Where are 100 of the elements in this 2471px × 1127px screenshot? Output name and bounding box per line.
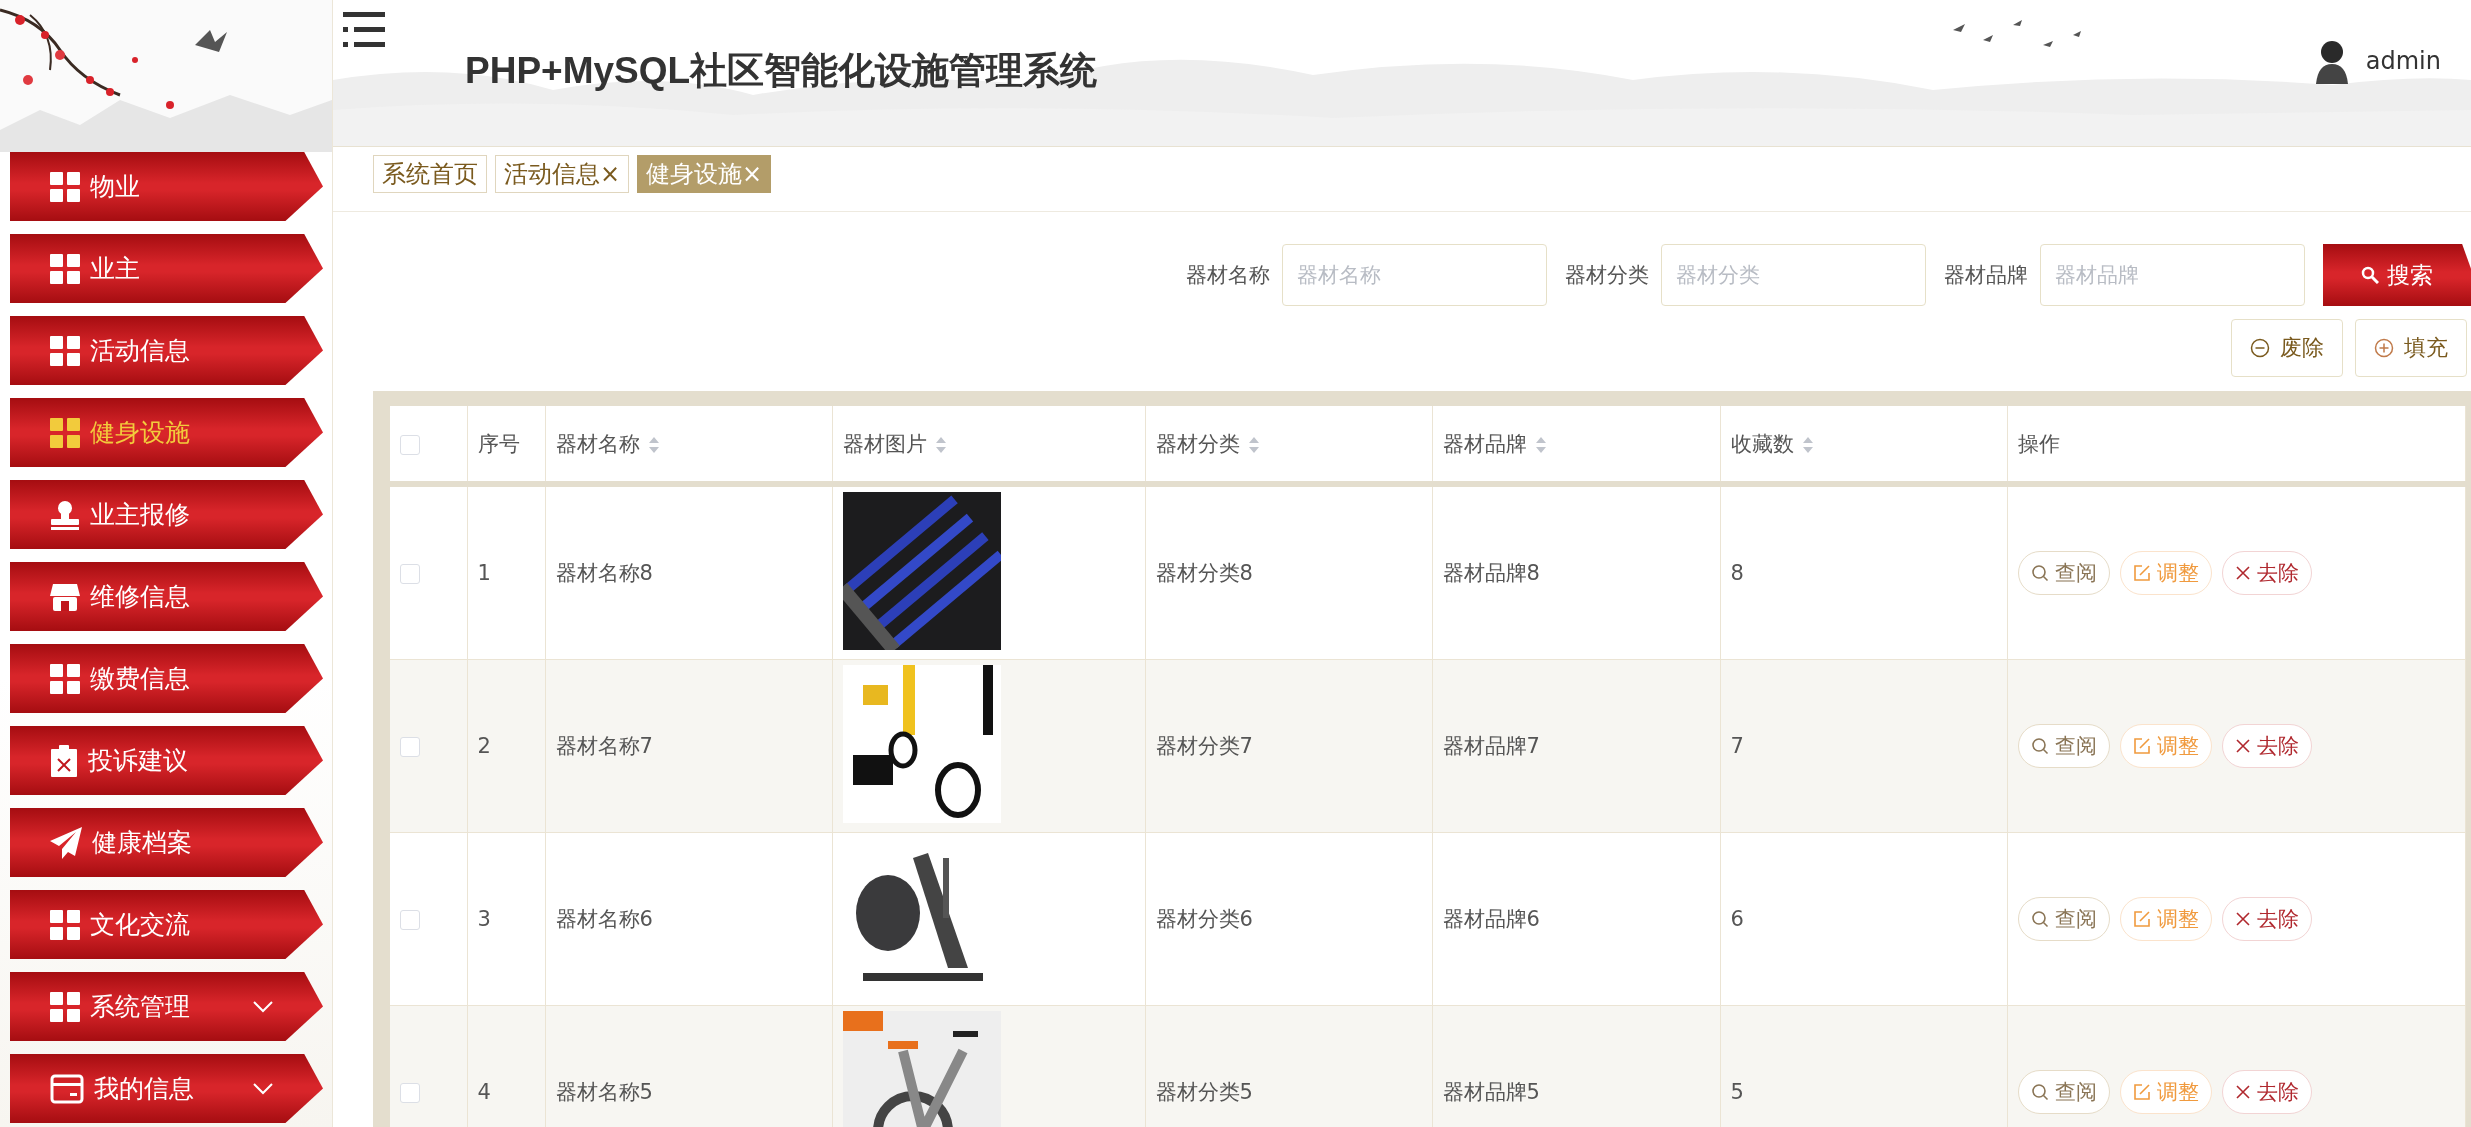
delete-button[interactable]: 去除 xyxy=(2221,1070,2312,1114)
sort-icon[interactable] xyxy=(1247,435,1260,454)
table-cell: 6 xyxy=(1730,907,1744,931)
column-header: 器材品牌 xyxy=(1442,431,1527,456)
view-button[interactable]: 查阅 xyxy=(2017,897,2110,941)
sort-icon[interactable] xyxy=(647,435,660,454)
table-cell: 器材名称7 xyxy=(555,734,653,758)
edit-icon xyxy=(2132,1083,2151,1101)
delete-button[interactable]: 去除 xyxy=(2221,551,2312,595)
grid-icon xyxy=(50,991,80,1022)
search-field[interactable]: 器材品牌 xyxy=(2040,244,2305,306)
table-cell: 器材分类8 xyxy=(1155,561,1253,585)
search-field[interactable]: 器材名称 xyxy=(1282,244,1547,306)
search-icon xyxy=(2030,737,2049,755)
clipboard-icon xyxy=(50,744,78,777)
table-cell: 器材分类7 xyxy=(1155,734,1253,758)
table-cell: 器材品牌8 xyxy=(1442,561,1540,585)
sidebar-item[interactable]: 健康档案 xyxy=(10,808,323,877)
table-cell: 1 xyxy=(477,561,491,585)
column-header: 器材图片 xyxy=(842,431,927,456)
tab[interactable]: 系统首页 xyxy=(373,155,487,193)
sidebar-item[interactable]: 缴费信息 xyxy=(10,644,323,713)
table-cell: 器材分类6 xyxy=(1155,907,1253,931)
chevron-down-icon xyxy=(253,1082,273,1095)
checkbox[interactable] xyxy=(400,737,420,757)
add-button[interactable]: 填充 xyxy=(2355,319,2467,377)
edit-icon xyxy=(2132,564,2151,582)
grid-icon xyxy=(50,253,80,284)
grid-icon xyxy=(50,417,80,448)
sidebar-item[interactable]: 投诉建议 xyxy=(10,726,323,795)
column-header: 操作 xyxy=(2017,431,2060,456)
sidebar-item[interactable]: 健身设施 xyxy=(10,398,323,467)
checkbox[interactable] xyxy=(400,910,420,930)
edit-icon xyxy=(2132,910,2151,928)
sidebar-item[interactable]: 活动信息 xyxy=(10,316,323,385)
table-cell: 3 xyxy=(477,907,491,931)
sidebar-item[interactable]: 维修信息 xyxy=(10,562,323,631)
edit-icon xyxy=(2132,737,2151,755)
table-cell: 器材品牌6 xyxy=(1442,907,1540,931)
delete-button[interactable]: 去除 xyxy=(2221,724,2312,768)
table-cell: 器材分类5 xyxy=(1155,1080,1253,1104)
close-icon xyxy=(2234,565,2251,581)
shop-icon xyxy=(50,581,80,612)
field-label: 器材品牌 xyxy=(1944,262,2028,289)
grid-icon xyxy=(50,335,80,366)
app-title: PHP+MySQL社区智能化设施管理系统 xyxy=(465,49,1098,93)
table-cell: 7 xyxy=(1730,734,1744,758)
user-name[interactable]: admin xyxy=(2365,47,2441,75)
grid-icon xyxy=(50,663,80,694)
checkbox[interactable] xyxy=(400,434,420,455)
sidebar-item[interactable]: 业主 xyxy=(10,234,323,303)
minus-circle-icon xyxy=(2250,338,2270,358)
sidebar-item[interactable]: 文化交流 xyxy=(10,890,323,959)
field-label: 器材分类 xyxy=(1565,262,1649,289)
table-cell: 8 xyxy=(1730,561,1744,585)
close-icon xyxy=(2234,738,2251,754)
column-header: 器材分类 xyxy=(1155,431,1240,456)
table-cell: 2 xyxy=(477,734,491,758)
paper-plane-icon xyxy=(50,826,82,859)
table-cell: 器材名称6 xyxy=(555,907,653,931)
table-cell: 器材品牌7 xyxy=(1442,734,1540,758)
table-cell: 4 xyxy=(477,1080,491,1104)
view-button[interactable]: 查阅 xyxy=(2017,724,2110,768)
search-button[interactable]: 搜索 xyxy=(2323,244,2471,306)
column-header: 序号 xyxy=(477,431,520,456)
card-icon xyxy=(50,1073,84,1104)
sort-icon[interactable] xyxy=(1534,435,1547,454)
field-label: 器材名称 xyxy=(1186,262,1270,289)
sidebar-item[interactable]: 系统管理 xyxy=(10,972,323,1041)
search-icon xyxy=(2030,910,2049,928)
search-icon xyxy=(2030,1083,2049,1101)
close-icon xyxy=(2234,911,2251,927)
checkbox[interactable] xyxy=(400,564,420,584)
stamp-icon xyxy=(50,499,80,530)
table-cell: 器材名称8 xyxy=(555,561,653,585)
sidebar-item[interactable]: 物业 xyxy=(10,152,323,221)
grid-icon xyxy=(50,171,80,202)
sort-icon[interactable] xyxy=(934,435,947,454)
tab[interactable]: 健身设施× xyxy=(637,155,772,193)
checkbox[interactable] xyxy=(400,1083,420,1103)
menu-icon[interactable] xyxy=(343,12,385,48)
sidebar-item[interactable]: 业主报修 xyxy=(10,480,323,549)
tab[interactable]: 活动信息× xyxy=(495,155,630,193)
view-button[interactable]: 查阅 xyxy=(2017,551,2110,595)
close-icon xyxy=(2234,1084,2251,1100)
remove-button[interactable]: 废除 xyxy=(2231,319,2343,377)
sort-icon[interactable] xyxy=(1801,435,1814,454)
view-button[interactable]: 查阅 xyxy=(2017,1070,2110,1114)
delete-button[interactable]: 去除 xyxy=(2221,897,2312,941)
plus-circle-icon xyxy=(2374,338,2394,358)
table-cell: 5 xyxy=(1730,1080,1744,1104)
search-field[interactable]: 器材分类 xyxy=(1661,244,1926,306)
sidebar-item[interactable]: 我的信息 xyxy=(10,1054,323,1123)
search-icon xyxy=(2361,266,2379,284)
chevron-down-icon xyxy=(253,1000,273,1013)
grid-icon xyxy=(50,909,80,940)
table-cell: 器材名称5 xyxy=(555,1080,653,1104)
column-header: 器材名称 xyxy=(555,431,640,456)
search-icon xyxy=(2030,564,2049,582)
column-header: 收藏数 xyxy=(1730,431,1794,456)
